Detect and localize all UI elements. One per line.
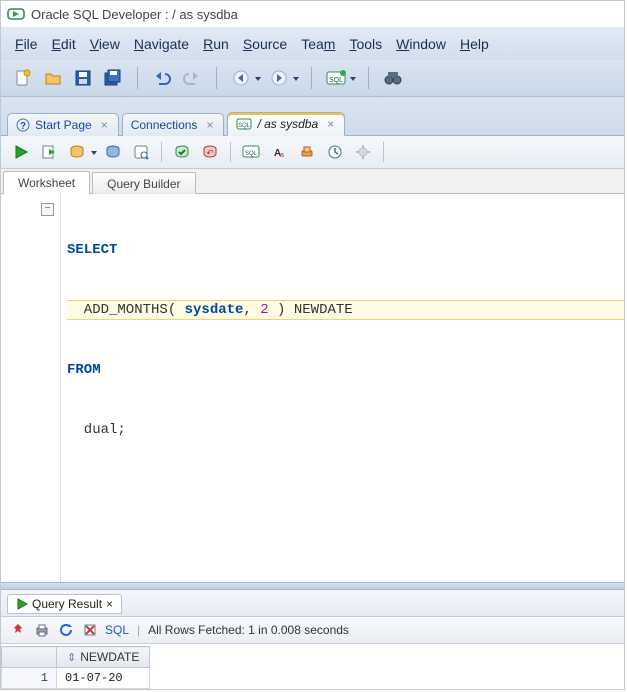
sql-editor[interactable]: − SELECT ADD_MONTHS( sysdate, 2 ) NEWDAT… bbox=[1, 194, 624, 582]
refresh-icon[interactable] bbox=[57, 621, 75, 639]
row-number-cell: 1 bbox=[2, 668, 57, 689]
new-button[interactable] bbox=[11, 66, 35, 90]
menu-tools[interactable]: Tools bbox=[349, 36, 382, 52]
chevron-down-icon[interactable] bbox=[293, 77, 299, 81]
run-script-button[interactable] bbox=[37, 140, 61, 164]
divider: | bbox=[135, 623, 142, 637]
chevron-down-icon[interactable] bbox=[91, 151, 97, 155]
tab-connections[interactable]: Connections × bbox=[122, 113, 225, 136]
help-icon: ? bbox=[16, 118, 30, 132]
main-toolbar: SQL bbox=[1, 60, 624, 97]
tab-start-page[interactable]: ? Start Page × bbox=[7, 113, 119, 136]
window-title: Oracle SQL Developer : / as sysdba bbox=[31, 7, 238, 22]
sql-button[interactable]: SQL bbox=[324, 66, 348, 90]
menu-navigate[interactable]: Navigate bbox=[134, 36, 189, 52]
undo-button[interactable] bbox=[150, 66, 174, 90]
sql-keyword: SELECT bbox=[67, 242, 117, 258]
delete-result-icon[interactable] bbox=[81, 621, 99, 639]
close-icon[interactable]: × bbox=[206, 118, 213, 132]
svg-text:?: ? bbox=[20, 121, 26, 132]
redo-button[interactable] bbox=[180, 66, 204, 90]
sql-link[interactable]: SQL bbox=[105, 623, 129, 637]
tab-label: Connections bbox=[131, 118, 198, 132]
subtab-worksheet[interactable]: Worksheet bbox=[3, 171, 90, 194]
nav-forward-button[interactable] bbox=[267, 66, 291, 90]
sql-tuning-button[interactable] bbox=[129, 140, 153, 164]
unshared-sql-worksheet-button[interactable]: SQL bbox=[239, 140, 263, 164]
run-statement-button[interactable] bbox=[9, 140, 33, 164]
run-icon bbox=[16, 598, 28, 610]
open-button[interactable] bbox=[41, 66, 65, 90]
table-row[interactable]: 1 01-07-20 bbox=[2, 668, 150, 689]
print-icon[interactable] bbox=[33, 621, 51, 639]
toolbar-separator bbox=[216, 67, 217, 89]
save-button[interactable] bbox=[71, 66, 95, 90]
pin-icon[interactable] bbox=[9, 621, 27, 639]
toolbar-separator bbox=[161, 142, 162, 162]
settings-button[interactable] bbox=[351, 140, 375, 164]
menubar: File Edit View Navigate Run Source Team … bbox=[1, 28, 624, 60]
chevron-down-icon[interactable] bbox=[255, 77, 261, 81]
menu-window[interactable]: Window bbox=[396, 36, 446, 52]
svg-text:SQL: SQL bbox=[245, 151, 258, 157]
rollback-button[interactable]: ↶ bbox=[198, 140, 222, 164]
app-window: Oracle SQL Developer : / as sysdba File … bbox=[0, 0, 625, 690]
menu-view[interactable]: View bbox=[90, 36, 120, 52]
svg-text:a: a bbox=[280, 152, 284, 159]
toolbar-separator bbox=[383, 142, 384, 162]
binoculars-icon[interactable] bbox=[381, 66, 405, 90]
chevron-down-icon[interactable] bbox=[350, 77, 356, 81]
cell-newdate: 01-07-20 bbox=[57, 668, 150, 689]
menu-team[interactable]: Team bbox=[301, 36, 335, 52]
svg-text:SQL: SQL bbox=[329, 77, 343, 84]
row-number-header[interactable] bbox=[2, 647, 57, 668]
result-tabbar: Query Result × bbox=[1, 590, 624, 617]
sql-history-button[interactable] bbox=[323, 140, 347, 164]
clear-button[interactable] bbox=[295, 140, 319, 164]
toolbar-separator bbox=[368, 67, 369, 89]
explain-plan-button[interactable] bbox=[65, 140, 89, 164]
svg-text:↶: ↶ bbox=[206, 148, 214, 158]
tab-label: Query Result bbox=[32, 597, 102, 611]
autotrace-button[interactable] bbox=[101, 140, 125, 164]
editor-gutter: − bbox=[1, 194, 61, 582]
worksheet-subtabs: Worksheet Query Builder bbox=[1, 169, 624, 194]
fetch-status: All Rows Fetched: 1 in 0.008 seconds bbox=[148, 623, 349, 637]
editor-tabstrip: ? Start Page × Connections × SQL / as sy… bbox=[1, 97, 624, 136]
titlebar: Oracle SQL Developer : / as sysdba bbox=[1, 1, 624, 28]
menu-help[interactable]: Help bbox=[460, 36, 489, 52]
code-area[interactable]: SELECT ADD_MONTHS( sysdate, 2 ) NEWDATE … bbox=[61, 194, 624, 582]
sql-keyword: FROM bbox=[67, 362, 101, 378]
close-icon[interactable]: × bbox=[327, 117, 334, 131]
horizontal-splitter[interactable] bbox=[1, 582, 624, 590]
tab-query-result[interactable]: Query Result × bbox=[7, 594, 122, 614]
subtab-query-builder[interactable]: Query Builder bbox=[92, 172, 195, 194]
menu-edit[interactable]: Edit bbox=[52, 36, 76, 52]
tab-label: / as sysdba bbox=[257, 117, 318, 131]
result-grid-container: ⇕NEWDATE 1 01-07-20 bbox=[1, 644, 624, 689]
result-toolbar: SQL | All Rows Fetched: 1 in 0.008 secon… bbox=[1, 617, 624, 644]
result-grid[interactable]: ⇕NEWDATE 1 01-07-20 bbox=[1, 646, 150, 689]
menu-file[interactable]: File bbox=[15, 36, 38, 52]
sql-worksheet-icon: SQL bbox=[236, 117, 252, 131]
save-all-button[interactable] bbox=[101, 66, 125, 90]
fold-toggle-icon[interactable]: − bbox=[41, 203, 54, 216]
close-icon[interactable]: × bbox=[106, 597, 113, 611]
toolbar-separator bbox=[230, 142, 231, 162]
sort-icon[interactable]: ⇕ bbox=[67, 651, 76, 664]
menu-source[interactable]: Source bbox=[243, 36, 287, 52]
svg-text:SQL: SQL bbox=[238, 123, 250, 129]
nav-back-button[interactable] bbox=[229, 66, 253, 90]
tab-label: Start Page bbox=[35, 118, 92, 132]
toolbar-separator bbox=[311, 67, 312, 89]
close-icon[interactable]: × bbox=[101, 118, 108, 132]
tab-active-connection[interactable]: SQL / as sysdba × bbox=[227, 112, 345, 136]
worksheet-toolbar: ↶ SQL Aa bbox=[1, 136, 624, 169]
to-uppercase-button[interactable]: Aa bbox=[267, 140, 291, 164]
commit-button[interactable] bbox=[170, 140, 194, 164]
app-icon bbox=[7, 5, 25, 23]
menu-run[interactable]: Run bbox=[203, 36, 229, 52]
column-header[interactable]: ⇕NEWDATE bbox=[57, 647, 150, 668]
toolbar-separator bbox=[137, 67, 138, 89]
